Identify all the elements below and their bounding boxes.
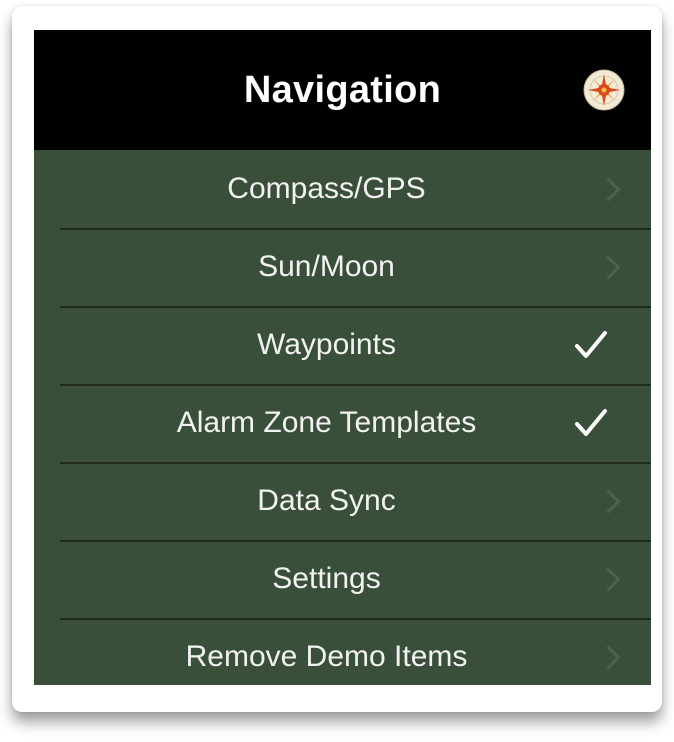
menu-item-sun-moon[interactable]: Sun/Moon [34,228,651,306]
menu-item-settings[interactable]: Settings [34,540,651,618]
menu-item-alarm-zone-templates[interactable]: Alarm Zone Templates [34,384,651,462]
chevron-right-icon [596,255,621,280]
chevron-right-icon [596,489,621,514]
menu-item-label: Alarm Zone Templates [176,406,477,439]
menu-item-label: Compass/GPS [227,172,426,205]
menu-item-label: Data Sync [257,484,396,517]
chevron-right-icon [596,567,621,592]
compass-rose-icon[interactable] [583,69,625,111]
checkmark-icon [575,409,607,436]
menu-item-remove-demo-items[interactable]: Remove Demo Items [34,618,651,685]
checkmark-icon [575,331,607,358]
menu-item-waypoints[interactable]: Waypoints [34,306,651,384]
navigation-panel: Navigation Compass/GPS Sun/Moon Waypoint… [34,30,651,685]
menu-item-data-sync[interactable]: Data Sync [34,462,651,540]
menu-item-label: Settings [272,562,381,595]
page-title: Navigation [243,68,442,111]
menu-item-compass-gps[interactable]: Compass/GPS [34,150,651,228]
navigation-header: Navigation [34,30,651,150]
menu-item-label: Waypoints [257,328,396,361]
chevron-right-icon [596,645,621,670]
chevron-right-icon [596,177,621,202]
navigation-menu: Compass/GPS Sun/Moon Waypoints Alarm Zon… [34,150,651,685]
menu-item-label: Sun/Moon [258,250,395,283]
menu-item-label: Remove Demo Items [185,640,468,673]
